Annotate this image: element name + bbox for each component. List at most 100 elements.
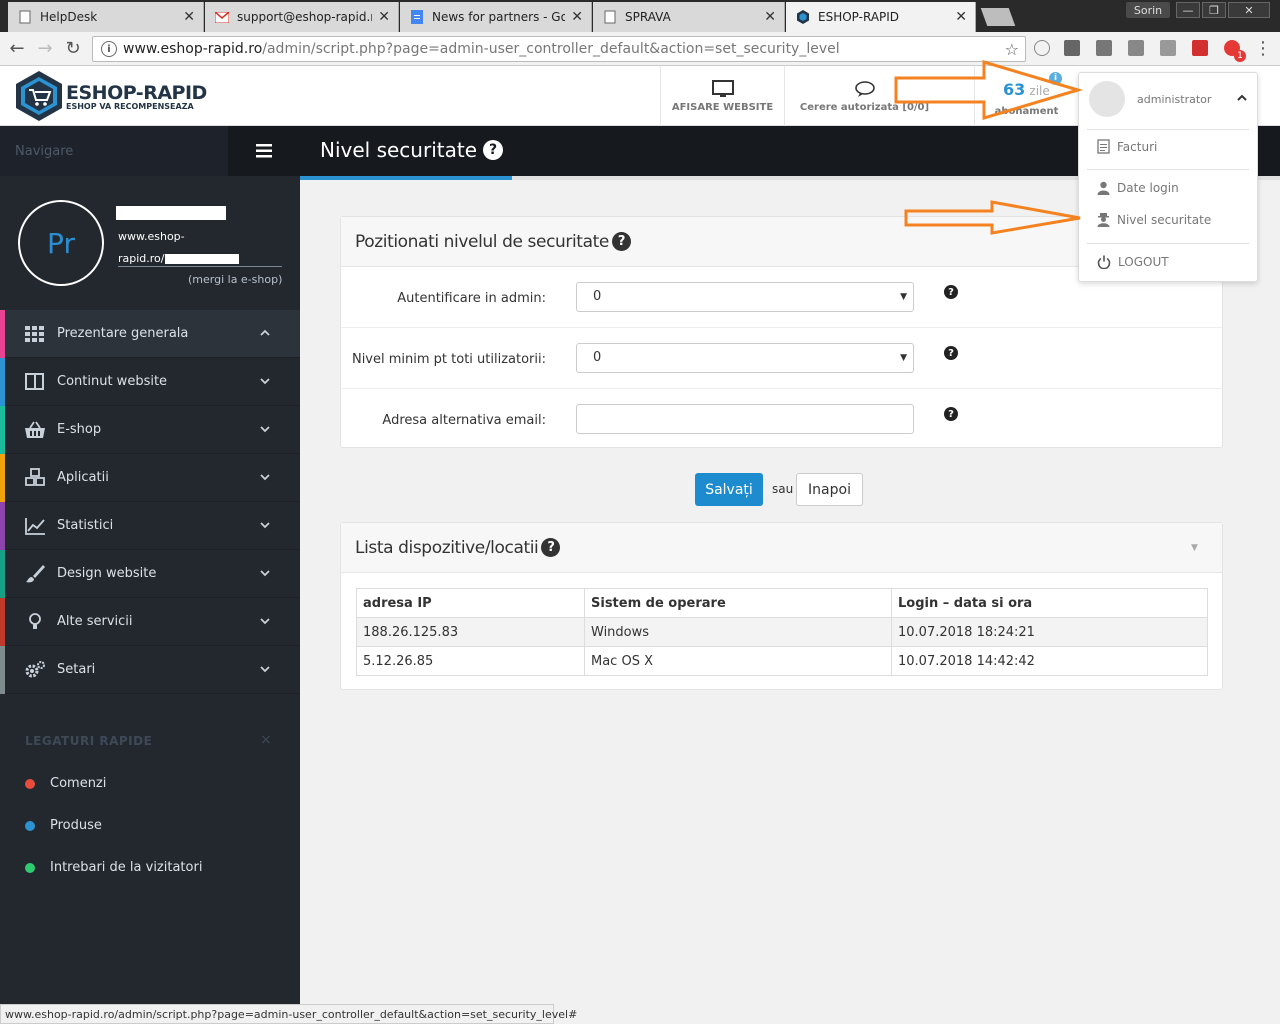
url-text: www.eshop-rapid.ro/admin/script.php?page… — [123, 41, 840, 57]
profile-url[interactable]: www.eshop- rapid.ro/ — [118, 226, 239, 270]
extension-icon[interactable] — [1064, 40, 1080, 56]
sidebar-item-design-website[interactable]: Design website — [0, 550, 300, 598]
close-icon[interactable]: ✕ — [378, 9, 390, 25]
chat-icon — [854, 80, 875, 97]
caret-down-icon: ▼ — [900, 353, 907, 363]
forward-icon[interactable]: → — [34, 38, 56, 59]
back-icon[interactable]: ← — [6, 38, 28, 59]
gears-icon — [25, 661, 45, 678]
sidebar-item-statistici[interactable]: Statistici — [0, 502, 300, 550]
extension-icon[interactable] — [1192, 40, 1208, 56]
logo[interactable]: ESHOP-RAPID ESHOP VA RECOMPENSEAZA — [14, 70, 207, 122]
sidebar: Pr www.eshop- rapid.ro/ (mergi la e-shop… — [0, 176, 300, 1004]
extension-icon[interactable] — [1160, 40, 1176, 56]
chevron-down-icon — [260, 474, 270, 481]
minimize-button[interactable]: — — [1176, 2, 1200, 18]
help-icon[interactable]: ? — [611, 232, 631, 251]
close-icon[interactable]: × — [260, 732, 272, 748]
sidebar-item-continut-website[interactable]: Continut website — [0, 358, 300, 406]
divider — [1087, 169, 1249, 170]
avatar — [1089, 81, 1125, 117]
tab-helpdesk[interactable]: HelpDesk ✕ — [8, 2, 204, 32]
chevron-up-icon — [260, 329, 270, 336]
sidebar-item-alte-servicii[interactable]: Alte servicii — [0, 598, 300, 646]
code-extension-icon[interactable] — [1096, 40, 1112, 56]
reload-icon[interactable]: ↻ — [62, 38, 84, 59]
chevron-up-icon[interactable] — [1235, 91, 1249, 105]
table-row: 5.12.26.85 Mac OS X 10.07.2018 14:42:42 — [356, 646, 1208, 676]
extension-icon[interactable] — [1034, 40, 1050, 56]
chevron-down-icon — [260, 426, 270, 433]
back-button[interactable]: Inapoi — [796, 473, 863, 506]
quick-link-intrebari[interactable]: Intrebari de la vizitatori — [25, 860, 202, 875]
table-header-row: adresa IP Sistem de operare Login – data… — [356, 588, 1208, 618]
info-icon[interactable]: i — [101, 41, 117, 57]
close-icon[interactable]: ✕ — [955, 9, 967, 25]
close-icon[interactable]: ✕ — [571, 9, 583, 25]
quick-links-heading: LEGATURI RAPIDE — [25, 734, 153, 748]
help-icon[interactable]: ? — [944, 346, 958, 360]
save-button[interactable]: Salvați — [695, 473, 763, 506]
quick-link-produse[interactable]: Produse — [25, 818, 102, 833]
maximize-button[interactable]: ❐ — [1202, 2, 1226, 18]
browser-tabstrip: HelpDesk ✕ support@eshop-rapid.ro ✕ News… — [0, 0, 1280, 32]
user-secret-icon — [1097, 213, 1110, 227]
close-icon[interactable]: ✕ — [183, 9, 195, 25]
window-close-button[interactable]: ✕ — [1228, 2, 1270, 18]
devices-panel-header: Lista dispozitive/locatii ? ▼ — [341, 523, 1222, 573]
quick-link-comenzi[interactable]: Comenzi — [25, 776, 106, 791]
tab-eshop-rapid[interactable]: ESHOP-RAPID ✕ — [786, 2, 976, 32]
hamburger-menu-button[interactable] — [228, 126, 300, 176]
new-tab-button[interactable] — [980, 8, 1016, 26]
eshop-hex-icon — [796, 10, 810, 24]
tab-sprava[interactable]: SPRAVA ✕ — [593, 2, 785, 32]
alt-email-input[interactable] — [576, 404, 914, 434]
menu-item-date-login[interactable]: Date login — [1097, 181, 1179, 195]
menu-item-facturi[interactable]: Facturi — [1097, 139, 1157, 154]
avatar[interactable]: Pr — [18, 200, 104, 286]
tv-extension-icon[interactable] — [1128, 40, 1144, 56]
table-row: 188.26.125.83 Windows 10.07.2018 18:24:2… — [356, 617, 1208, 647]
tab-gmail[interactable]: support@eshop-rapid.ro ✕ — [205, 2, 399, 32]
sidebar-item-prezentare-generala[interactable]: Prezentare generala — [0, 310, 300, 358]
tab-google-docs[interactable]: News for partners - Goog ✕ — [400, 2, 592, 32]
menu-color-bar — [0, 454, 5, 502]
devices-panel: Lista dispozitive/locatii ? ▼ adresa IP … — [340, 522, 1223, 690]
menu-kebab-icon[interactable]: ⋮ — [1252, 38, 1274, 59]
help-icon[interactable]: ? — [944, 407, 958, 421]
security-panel-title: Pozitionati nivelul de securitate — [355, 231, 609, 252]
menu-color-bar — [0, 646, 5, 694]
display-website-button[interactable]: AFISARE WEBSITE — [660, 66, 784, 126]
hamburger-icon — [256, 144, 272, 158]
menu-item-nivel-securitate[interactable]: Nivel securitate — [1097, 213, 1211, 227]
sidebar-item-setari[interactable]: Setari — [0, 646, 300, 694]
or-label: sau — [772, 482, 794, 496]
google-docs-icon — [410, 10, 424, 24]
close-icon[interactable]: ✕ — [764, 9, 776, 25]
logout-button[interactable]: LOGOUT — [1097, 255, 1169, 269]
browser-user-badge[interactable]: Sorin — [1126, 2, 1170, 18]
profile-name-redacted — [116, 206, 226, 220]
devices-panel-title: Lista dispozitive/locatii — [355, 537, 539, 558]
min-level-select[interactable]: 0 ▼ — [576, 343, 914, 373]
admin-auth-select[interactable]: 0 ▼ — [576, 282, 914, 312]
help-icon[interactable]: ? — [944, 285, 958, 299]
cart-logo-icon — [16, 71, 62, 121]
dropdown-username: administrator — [1137, 93, 1212, 106]
browser-status-url: www.eshop-rapid.ro/admin/script.php?page… — [0, 1004, 577, 1024]
bookmark-star-icon[interactable]: ☆ — [1005, 40, 1019, 59]
address-bar[interactable]: i www.eshop-rapid.ro/admin/script.php?pa… — [92, 36, 1026, 62]
chevron-down-icon — [260, 618, 270, 625]
sidebar-item-aplicatii[interactable]: Aplicatii — [0, 454, 300, 502]
help-icon[interactable]: ? — [541, 538, 561, 557]
menu-color-bar — [0, 550, 5, 598]
divider — [118, 266, 282, 267]
menu-color-bar — [0, 358, 5, 406]
go-to-shop-link[interactable]: (mergi la e-shop) — [188, 273, 282, 286]
menu-color-bar — [0, 310, 5, 358]
help-icon[interactable]: ? — [483, 140, 503, 160]
basket-icon — [25, 421, 45, 438]
sidebar-item-e-shop[interactable]: E-shop — [0, 406, 300, 454]
invoice-icon — [1097, 139, 1110, 154]
collapse-caret-icon[interactable]: ▼ — [1191, 543, 1198, 553]
